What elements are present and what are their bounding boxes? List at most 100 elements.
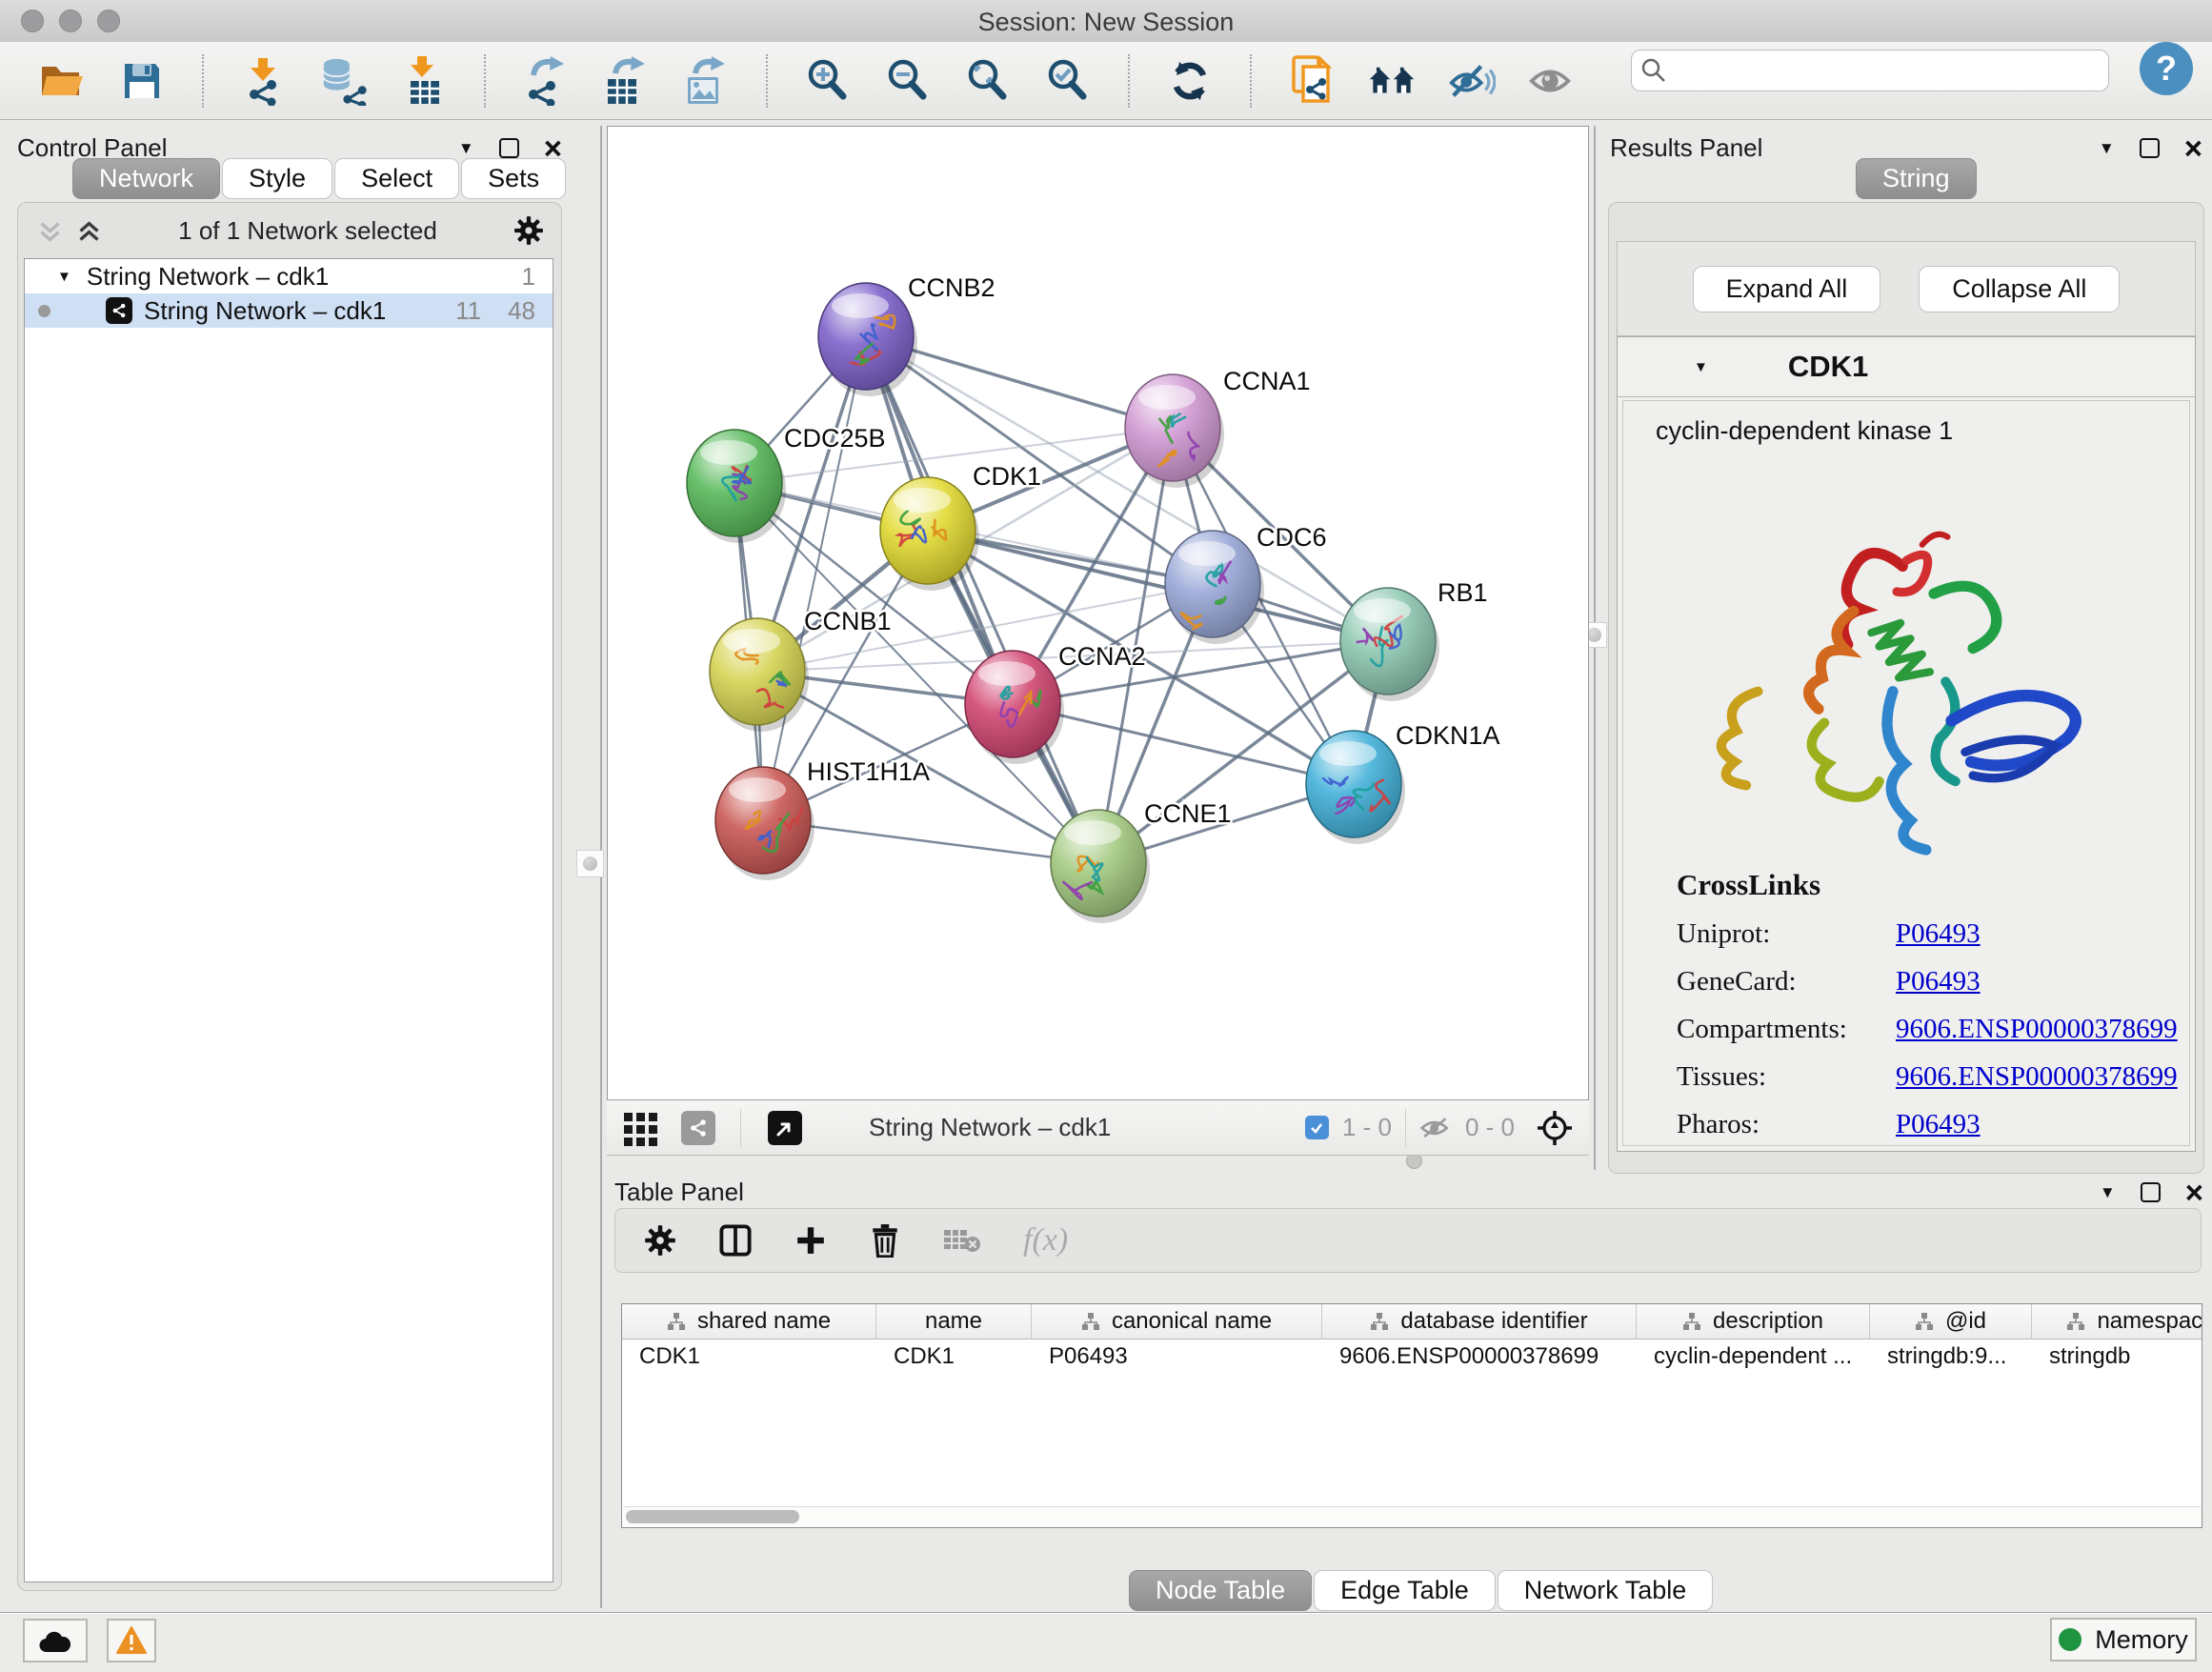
open-session-icon[interactable] [38,56,86,106]
tab-style[interactable]: Style [222,158,332,199]
tab-string[interactable]: String [1856,158,1977,199]
network-node-ccne1[interactable] [1051,810,1150,923]
network-edge[interactable] [763,336,866,820]
fit-selected-crosshair-icon[interactable] [1536,1109,1574,1147]
panel-close-icon[interactable]: × [2184,139,2202,158]
table-settings-gear-icon[interactable] [644,1224,676,1257]
network-tree-row[interactable]: String Network – cdk1 11 48 [25,293,553,328]
status-bar: Memory [0,1612,2212,1672]
column-header-@id[interactable]: @id [1870,1304,2032,1339]
warning-icon[interactable] [107,1619,156,1662]
hide-graphics-details-icon[interactable] [1448,56,1496,106]
column-header-database-identifier[interactable]: database identifier [1322,1304,1637,1339]
table-row[interactable]: CDK1CDK1P064939606.ENSP00000378699cyclin… [622,1340,2202,1374]
delete-column-trash-icon[interactable] [869,1223,901,1258]
network-node-ccnb2[interactable] [818,283,917,396]
hidden-nodes-edges-count: 0 - 0 [1465,1113,1515,1142]
grid-view-icon[interactable] [622,1109,660,1147]
network-node-ccnb1[interactable] [710,618,809,732]
column-header-namespace[interactable]: namespace [2032,1304,2202,1339]
import-network-file-icon[interactable] [240,56,288,106]
panel-float-icon[interactable] [2140,138,2160,158]
zoom-fit-icon[interactable] [964,56,1012,106]
crosslink-link[interactable]: P06493 [1896,1109,1981,1140]
tab-sets[interactable]: Sets [461,158,566,199]
network-node-cdc6[interactable] [1165,531,1264,644]
selected-count-checkbox-icon[interactable] [1305,1116,1329,1139]
scrollbar-thumb[interactable] [626,1510,799,1523]
tree-collapse-icon[interactable]: ▼ [57,269,71,285]
panel-collapse-icon[interactable]: ▼ [458,139,474,158]
node-table[interactable]: shared namenamecanonical namedatabase id… [621,1303,2202,1528]
collapse-all-icon[interactable] [37,218,63,244]
search-input[interactable] [1674,53,2097,86]
panel-float-icon[interactable] [2141,1182,2161,1202]
refresh-layout-icon[interactable] [1166,56,1214,106]
zoom-out-icon[interactable] [884,56,932,106]
tab-node-table[interactable]: Node Table [1129,1570,1312,1611]
export-table-icon[interactable] [602,56,650,106]
cloud-status-icon[interactable] [23,1619,88,1662]
expand-all-icon[interactable] [76,218,102,244]
network-node-cdc25b[interactable] [687,430,786,543]
panel-collapse-icon[interactable]: ▼ [2100,1183,2116,1202]
show-columns-icon[interactable] [718,1223,753,1258]
network-node-hist1h1a[interactable] [715,767,814,880]
table-header-row: shared namenamecanonical namedatabase id… [622,1304,2202,1340]
column-header-name[interactable]: name [876,1304,1032,1339]
tab-network[interactable]: Network [72,158,220,199]
tab-edge-table[interactable]: Edge Table [1314,1570,1496,1611]
tab-network-table[interactable]: Network Table [1498,1570,1714,1611]
left-divider-handle[interactable] [576,850,604,877]
network-share-view-icon[interactable] [681,1111,715,1145]
clone-network-icon[interactable] [1288,56,1336,106]
column-type-icon [1682,1312,1701,1331]
crosslink-link[interactable]: P06493 [1896,966,1981,997]
column-header-shared-name[interactable]: shared name [622,1304,876,1339]
network-node-cdkn1a[interactable] [1306,731,1405,844]
crosslink-link[interactable]: 9606.ENSP00000378699 [1896,1061,2178,1093]
table-cell: CDK1 [622,1340,876,1374]
birds-eye-view-icon[interactable] [768,1111,802,1145]
network-node-rb1[interactable] [1340,588,1439,701]
export-image-icon[interactable] [682,56,730,106]
table-cell: cyclin-dependent ... [1637,1340,1870,1374]
memory-label: Memory [2095,1625,2188,1655]
help-icon[interactable]: ? [2140,42,2193,95]
save-session-icon[interactable] [118,56,166,106]
tab-select[interactable]: Select [334,158,459,199]
panel-float-icon[interactable] [499,138,519,158]
collapse-all-button[interactable]: Collapse All [1919,266,2120,312]
zoom-selected-icon[interactable] [1044,56,1092,106]
column-header-description[interactable]: description [1637,1304,1870,1339]
network-tree-root-row[interactable]: ▼ String Network – cdk1 1 [25,259,553,293]
panel-close-icon[interactable]: × [544,139,562,158]
export-network-icon[interactable] [522,56,570,106]
panel-collapse-icon[interactable]: ▼ [2099,139,2115,158]
add-column-plus-icon[interactable] [794,1224,827,1257]
panel-close-icon[interactable]: × [2185,1183,2203,1202]
import-table-icon[interactable] [400,56,448,106]
crosslink-link[interactable]: 9606.ENSP00000378699 [1896,1014,2178,1045]
entry-collapse-icon[interactable]: ▼ [1694,359,1708,375]
network-node-ccna1[interactable] [1125,374,1224,488]
import-network-database-icon[interactable] [320,56,368,106]
network-node-ccna2[interactable] [965,651,1064,764]
status-separator [1405,1109,1406,1147]
selected-nodes-edges-count: 1 - 0 [1342,1113,1392,1142]
search-icon [1641,58,1666,83]
gene-entry-header[interactable]: ▼ CDK1 [1618,337,2195,397]
right-panel-divider[interactable] [1594,126,1596,1170]
table-horizontal-scrollbar[interactable] [623,1506,2201,1526]
expand-all-button[interactable]: Expand All [1693,266,1881,312]
crosslink-link[interactable]: P06493 [1896,918,1981,950]
column-header-canonical-name[interactable]: canonical name [1032,1304,1322,1339]
network-node-cdk1[interactable] [880,477,979,591]
show-graphics-details-icon[interactable] [1528,56,1576,106]
node-label-cdc6: CDC6 [1257,523,1327,552]
memory-button[interactable]: Memory [2050,1618,2197,1662]
network-canvas[interactable]: CCNB2CCNA1CDC25BCDK1CDC6RB1CCNB1CCNA2CDK… [607,126,1589,1100]
zoom-in-icon[interactable] [804,56,852,106]
network-options-gear-icon[interactable] [513,215,544,246]
home-icon[interactable] [1368,56,1416,106]
